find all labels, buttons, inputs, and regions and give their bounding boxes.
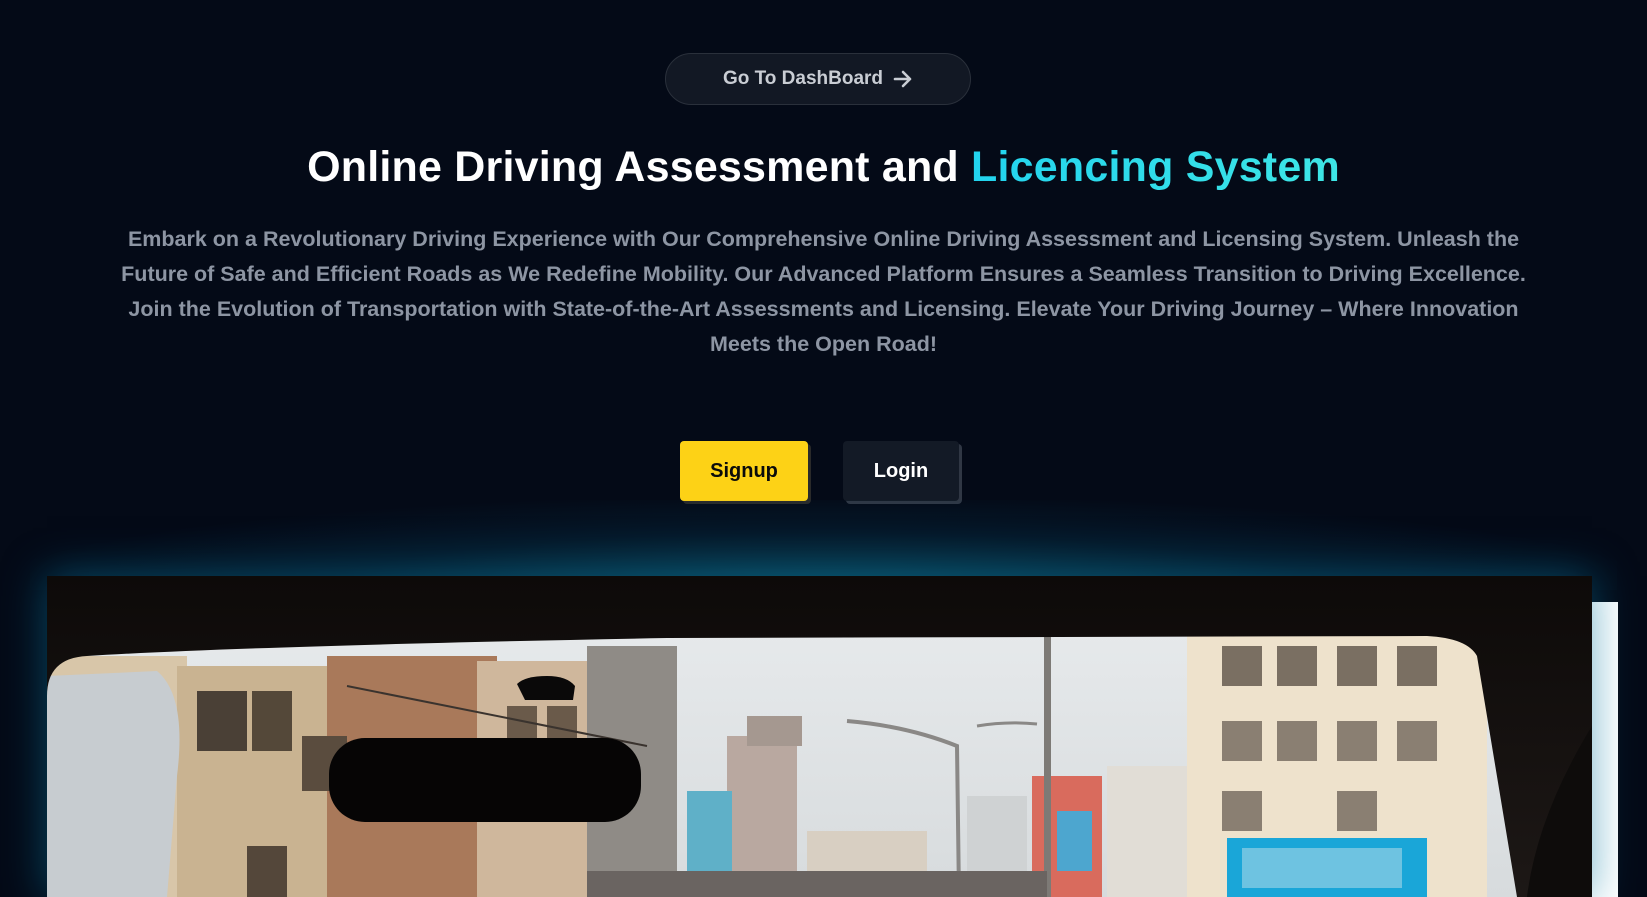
hero-video[interactable] — [47, 576, 1592, 897]
street-view-image — [47, 576, 1592, 897]
landing-page: Go To DashBoard Online Driving Assessmen… — [0, 0, 1647, 897]
hero-description: Embark on a Revolutionary Driving Experi… — [121, 227, 1526, 356]
hero-title: Online Driving Assessment and Licencing … — [0, 143, 1647, 192]
signup-button[interactable]: Signup — [680, 441, 808, 501]
arrow-right-icon — [893, 70, 913, 88]
dashboard-button-label: Go To DashBoard — [722, 68, 884, 89]
hero-title-main: Online Driving Assessment and — [307, 143, 972, 191]
white-edge-strip — [1590, 602, 1618, 897]
login-button[interactable]: Login — [843, 441, 959, 501]
go-to-dashboard-button[interactable]: Go To DashBoard — [665, 53, 971, 105]
hero-title-accent: Licencing System — [971, 143, 1340, 191]
